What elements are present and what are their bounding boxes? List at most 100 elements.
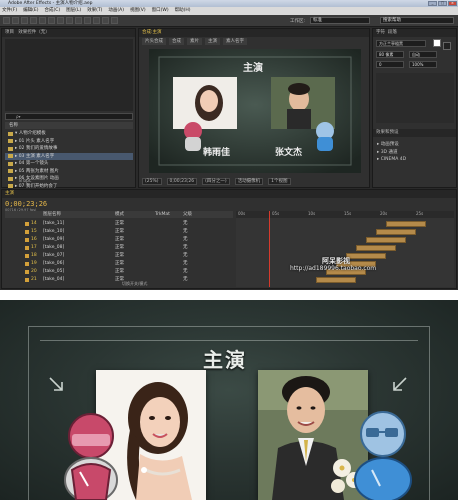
- timeline-track-area[interactable]: 00s 05s 10s 15s 20s 25s: [236, 211, 454, 287]
- selection-tool-icon[interactable]: [3, 17, 10, 24]
- layer-bar[interactable]: [356, 245, 396, 251]
- menu-edit[interactable]: 编辑(E): [23, 7, 38, 15]
- table-row[interactable]: 19 [take_06] 正常 无: [5, 260, 233, 268]
- menu-composition[interactable]: 合成(C): [44, 7, 60, 15]
- menu-bar: 文件(F) 编辑(E) 合成(C) 图层(L) 效果(T) 动画(A) 视图(V…: [0, 7, 458, 15]
- brush-tool-icon[interactable]: [84, 17, 91, 24]
- menu-effect[interactable]: 效果(T): [87, 7, 102, 15]
- menu-file[interactable]: 文件(F): [2, 7, 17, 15]
- composition-viewer[interactable]: 主演 韩雨佳 张文杰: [149, 49, 361, 173]
- window-title: Adobe After Effects - 主演人物介绍.aep: [8, 1, 93, 6]
- project-panel-tabs: 项目 效果控件（无）: [2, 29, 135, 37]
- table-row[interactable]: 21 [take_04] 正常 无: [5, 276, 233, 284]
- fill-color-swatch[interactable]: [433, 39, 441, 47]
- eraser-tool-icon[interactable]: [102, 17, 109, 24]
- menu-layer[interactable]: 图层(L): [66, 7, 81, 15]
- project-search-input[interactable]: ρ▾: [5, 113, 133, 120]
- text-tool-icon[interactable]: [75, 17, 82, 24]
- maximize-button[interactable]: □: [438, 1, 447, 6]
- current-time-display[interactable]: 0;00;23;26: [5, 200, 47, 208]
- folder-icon: [8, 131, 13, 136]
- list-item[interactable]: ▸ 03 主演 素人名字: [5, 152, 133, 160]
- timeline-panel: 主演 0;00;23;26 00716 (29.97 fps) 图层名称 模式 …: [1, 189, 457, 289]
- comp-subtab[interactable]: 合成: [169, 38, 184, 45]
- camera-select[interactable]: 活动摄像机: [234, 178, 264, 185]
- effects-list-item[interactable]: ▸ 动画预设: [377, 141, 399, 147]
- resolution-select[interactable]: (四分之一): [202, 178, 230, 185]
- layer-bar[interactable]: [346, 253, 386, 259]
- tab-timeline[interactable]: 主演: [2, 190, 456, 198]
- layer-bar[interactable]: [376, 229, 416, 235]
- help-search-input[interactable]: 搜索帮助: [380, 17, 454, 24]
- font-select[interactable]: 方正兰亭粗黑: [376, 40, 426, 47]
- layer-bar[interactable]: [316, 277, 356, 283]
- scale-field[interactable]: 100%: [409, 61, 437, 68]
- comp-subtab[interactable]: 素人名字: [223, 38, 247, 45]
- label-color-icon: [25, 270, 29, 274]
- comp-subtab[interactable]: 主演: [205, 38, 220, 45]
- minimize-button[interactable]: _: [428, 1, 437, 6]
- views-select[interactable]: 1个视图: [268, 178, 291, 185]
- layer-bar[interactable]: [386, 221, 426, 227]
- table-row[interactable]: 20 [take_05] 正常 无: [5, 268, 233, 276]
- table-row[interactable]: 14 [take_11] 正常 无: [5, 220, 233, 228]
- effects-list-item[interactable]: ▸ 3D 通道: [377, 149, 397, 155]
- project-column-header[interactable]: 名称: [5, 122, 133, 129]
- list-item[interactable]: ▸ 01 片头 素人名字: [5, 138, 133, 146]
- puppet-tool-icon[interactable]: [111, 17, 118, 24]
- tracking-field[interactable]: 0: [376, 61, 404, 68]
- pan-behind-tool-icon[interactable]: [48, 17, 55, 24]
- font-size-field[interactable]: 80 像素: [376, 51, 404, 58]
- camera-tool-icon[interactable]: [39, 17, 46, 24]
- stroke-color-swatch[interactable]: [443, 42, 451, 50]
- menu-animation[interactable]: 动画(A): [108, 7, 124, 15]
- label-color-icon: [25, 246, 29, 250]
- table-row[interactable]: 17 [take_08] 正常 无: [5, 244, 233, 252]
- layer-bar[interactable]: [366, 237, 406, 243]
- close-button[interactable]: ×: [448, 1, 457, 6]
- hand-tool-icon[interactable]: [12, 17, 19, 24]
- rotate-tool-icon[interactable]: [30, 17, 37, 24]
- tab-effect-controls[interactable]: 效果控件（无）: [18, 30, 50, 35]
- menu-help[interactable]: 帮助(H): [175, 7, 191, 15]
- list-item[interactable]: ▸ 02 我们的爱情故事: [5, 145, 133, 153]
- menu-view[interactable]: 视图(V): [130, 7, 146, 15]
- shop-url-watermark: http://ad189996.taobao.com: [290, 265, 377, 272]
- table-row[interactable]: 16 [take_09] 正常 无: [5, 236, 233, 244]
- paragraph-controls: [376, 73, 454, 123]
- list-item[interactable]: ▾ 人物介绍模板: [5, 130, 133, 138]
- composition-icon: [8, 154, 13, 159]
- zoom-tool-icon[interactable]: [21, 17, 28, 24]
- tab-effects-presets[interactable]: 效果和预设: [373, 129, 456, 137]
- stamp-tool-icon[interactable]: [93, 17, 100, 24]
- list-item[interactable]: ▸ 05 两张为素材 图片: [5, 168, 133, 176]
- comp-subtab[interactable]: 片头合成: [142, 38, 166, 45]
- table-row[interactable]: 18 [take_07] 正常 无: [5, 252, 233, 260]
- comp-subtab[interactable]: 素片: [187, 38, 202, 45]
- scene-title: 主演: [243, 63, 263, 74]
- col-layer-name[interactable]: 图层名称: [43, 211, 61, 218]
- leading-field[interactable]: 自动: [409, 51, 437, 58]
- effects-list-item[interactable]: ▸ CINEMA 4D: [377, 157, 406, 162]
- zoom-select[interactable]: (25%): [142, 178, 162, 185]
- preview-title: 主演: [203, 348, 247, 372]
- tab-paragraph[interactable]: 段落: [388, 30, 397, 35]
- tab-composition[interactable]: 合成:主演: [139, 29, 369, 37]
- col-trkmat[interactable]: TrkMat: [155, 211, 170, 218]
- table-row[interactable]: 15 [take_10] 正常 无: [5, 228, 233, 236]
- composition-panel: 合成:主演 片头合成 合成 素片 主演 素人名字 主演 韩雨佳 张文杰 (25%…: [138, 28, 370, 188]
- col-parent[interactable]: 父级: [183, 211, 192, 218]
- tab-character[interactable]: 字符: [376, 30, 385, 35]
- pen-tool-icon[interactable]: [66, 17, 73, 24]
- list-item[interactable]: ▸ 04 第一个镜头: [5, 160, 133, 168]
- comp-timecode[interactable]: 0;00;23;26: [166, 178, 198, 185]
- right-person-name: 张文杰: [275, 148, 303, 158]
- character-panel: 字符 段落 方正兰亭粗黑 80 像素 自动 0 100% 效果和预设 ▸ 动画预…: [372, 28, 457, 188]
- rectangle-tool-icon[interactable]: [57, 17, 64, 24]
- menu-window[interactable]: 窗口(W): [152, 7, 169, 15]
- workspace-select[interactable]: 标准: [310, 17, 370, 24]
- col-mode[interactable]: 模式: [115, 211, 124, 218]
- tab-project[interactable]: 项目: [5, 30, 14, 35]
- toggle-switches-modes[interactable]: 切换开关/模式: [122, 281, 147, 287]
- current-time-indicator[interactable]: [269, 211, 270, 287]
